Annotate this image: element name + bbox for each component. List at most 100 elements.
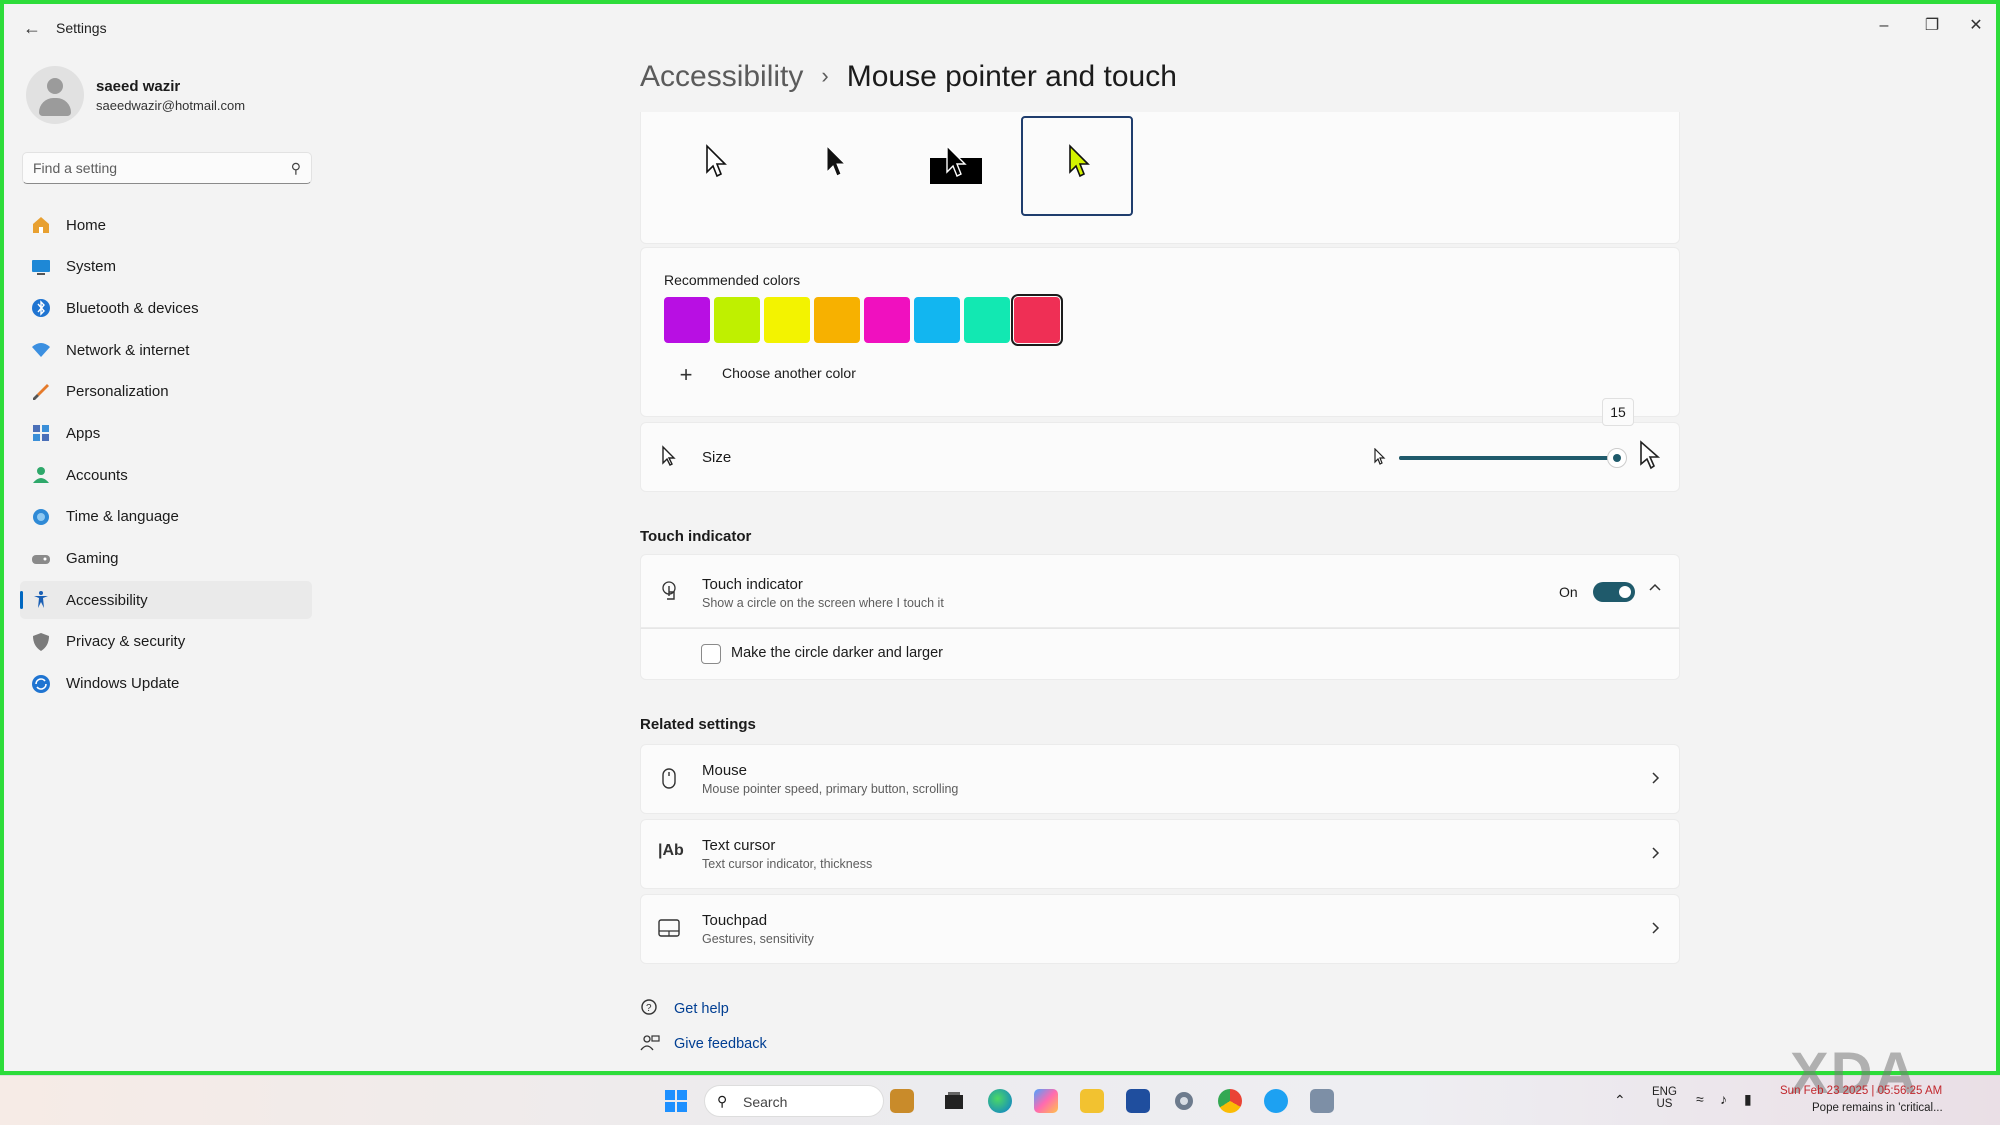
profile-name: saeed wazir (96, 78, 181, 95)
edge-icon[interactable] (988, 1089, 1012, 1113)
globe-icon (30, 506, 52, 528)
home-icon (30, 214, 52, 236)
widgets-icon[interactable] (890, 1089, 914, 1113)
get-help-link[interactable]: Get help (674, 1001, 729, 1017)
color-swatch[interactable] (764, 297, 810, 343)
small-pointer-icon (1373, 447, 1387, 471)
task-view-icon[interactable] (942, 1089, 966, 1113)
bluetooth-icon (30, 297, 52, 319)
color-swatch[interactable] (664, 297, 710, 343)
wifi-icon[interactable]: ≈ (1696, 1091, 1704, 1107)
toggle-state-label: On (1559, 584, 1578, 600)
sidebar-item-label: Bluetooth & devices (66, 299, 199, 317)
sidebar-item-system[interactable]: System (20, 248, 312, 286)
browser-icon[interactable] (1264, 1089, 1288, 1113)
volume-icon[interactable]: ♪ (1720, 1091, 1727, 1107)
pointer-icon (660, 445, 680, 472)
store-icon[interactable] (1126, 1089, 1150, 1113)
sidebar-item-gaming[interactable]: Gaming (20, 540, 312, 578)
color-swatch[interactable] (914, 297, 960, 343)
size-slider[interactable] (1399, 448, 1627, 468)
related-settings-title: Related settings (640, 716, 756, 733)
feedback-icon (640, 1033, 660, 1058)
chevron-up-icon[interactable]: ⌃ (1614, 1092, 1626, 1109)
touch-indicator-title: Touch indicator (702, 576, 803, 593)
related-item-touchpad[interactable] (640, 894, 1680, 964)
touch-indicator-toggle[interactable] (1593, 582, 1635, 602)
taskbar-clock[interactable]: Sun Feb 23 2025 | 05:56:25 AM (1780, 1085, 1942, 1097)
sidebar-item-accounts[interactable]: Accounts (20, 456, 312, 494)
app-title: Settings (56, 20, 107, 36)
touchpad-icon (658, 919, 680, 942)
chrome-icon[interactable] (1218, 1089, 1242, 1113)
color-swatch[interactable] (964, 297, 1010, 343)
restore-button[interactable]: ❐ (1910, 12, 1954, 40)
chevron-up-icon[interactable] (1648, 580, 1662, 599)
taskbar-news-ticker[interactable]: Pope remains in 'critical... (1812, 1102, 1943, 1114)
start-icon[interactable] (664, 1089, 688, 1113)
sidebar-item-time-language[interactable]: Time & language (20, 498, 312, 536)
color-swatch[interactable] (864, 297, 910, 343)
sidebar-item-label: System (66, 258, 117, 276)
snipping-tool-icon[interactable] (1310, 1089, 1334, 1113)
choose-another-color-label[interactable]: Choose another color (722, 365, 856, 381)
search-input[interactable] (23, 153, 273, 183)
sidebar-item-label: Gaming (66, 550, 119, 567)
settings-app-icon[interactable] (1172, 1089, 1196, 1113)
give-feedback-link[interactable]: Give feedback (674, 1036, 767, 1052)
sidebar-item-label: Windows Update (66, 675, 180, 693)
pointer-style-custom[interactable] (1021, 116, 1133, 216)
search-icon: ⚲ (290, 160, 301, 176)
related-item-text-cursor[interactable] (640, 819, 1680, 889)
sidebar-item-label: Accounts (66, 466, 128, 484)
add-color-button[interactable]: + (668, 358, 704, 394)
search-box[interactable]: ⚲ (22, 152, 312, 184)
page-title: Mouse pointer and touch (846, 60, 1177, 93)
sidebar-item-network[interactable]: Network & internet (20, 331, 312, 369)
touch-indicator-subtitle: Show a circle on the screen where I touc… (702, 596, 944, 610)
accessibility-icon (30, 589, 52, 611)
color-swatch[interactable] (714, 297, 760, 343)
breadcrumb: Accessibility › Mouse pointer and touch (640, 60, 1177, 94)
taskbar-search[interactable]: ⚲ Search (704, 1085, 884, 1117)
close-button[interactable]: ✕ (1954, 12, 1998, 40)
shield-icon (30, 631, 52, 653)
language-code: ENG (1652, 1086, 1677, 1098)
pointer-style-black[interactable] (780, 116, 892, 216)
sidebar-item-windows-update[interactable]: Windows Update (20, 665, 312, 703)
related-item-subtitle: Gestures, sensitivity (702, 932, 814, 946)
sidebar-item-accessibility[interactable]: Accessibility (20, 581, 312, 620)
color-swatch[interactable] (1011, 294, 1063, 346)
color-swatch[interactable] (814, 297, 860, 343)
help-icon: ? (640, 998, 660, 1023)
profile-email: saeedwazir@hotmail.com (96, 98, 246, 113)
darker-circle-label[interactable]: Make the circle darker and larger (731, 645, 943, 661)
battery-icon[interactable]: ▮ (1744, 1091, 1752, 1108)
darker-circle-checkbox[interactable] (701, 644, 721, 664)
sidebar-item-personalization[interactable]: Personalization (20, 373, 312, 411)
network-icon (30, 339, 52, 361)
pointer-style-inverted[interactable] (900, 116, 1012, 216)
breadcrumb-parent[interactable]: Accessibility (640, 60, 803, 93)
pointer-style-white[interactable] (660, 116, 772, 216)
region-code: US (1656, 1098, 1673, 1110)
related-item-mouse[interactable] (640, 744, 1680, 814)
related-item-title: Touchpad (702, 912, 768, 929)
sidebar-item-home[interactable]: Home (20, 206, 312, 244)
file-explorer-icon[interactable] (1080, 1089, 1104, 1113)
recommended-colors-label: Recommended colors (664, 272, 801, 288)
taskbar: ⚲ Search ⌃ ENG US ≈ ♪ ▮ (0, 1075, 2000, 1125)
minimize-button[interactable]: – (1862, 12, 1906, 40)
sidebar-item-label: Personalization (66, 383, 169, 401)
sidebar-item-bluetooth[interactable]: Bluetooth & devices (20, 289, 312, 327)
size-slider-thumb[interactable] (1607, 448, 1627, 468)
related-item-subtitle: Mouse pointer speed, primary button, scr… (702, 782, 959, 796)
copilot-icon[interactable] (1034, 1089, 1058, 1113)
back-arrow-icon[interactable]: ← (20, 16, 44, 40)
related-item-title: Text cursor (702, 837, 776, 854)
language-indicator[interactable]: ENG US (1652, 1086, 1677, 1110)
sidebar-item-label: Network & internet (66, 341, 190, 359)
search-icon: ⚲ (717, 1093, 728, 1109)
sidebar-item-privacy[interactable]: Privacy & security (20, 623, 312, 661)
sidebar-item-apps[interactable]: Apps (20, 414, 312, 452)
